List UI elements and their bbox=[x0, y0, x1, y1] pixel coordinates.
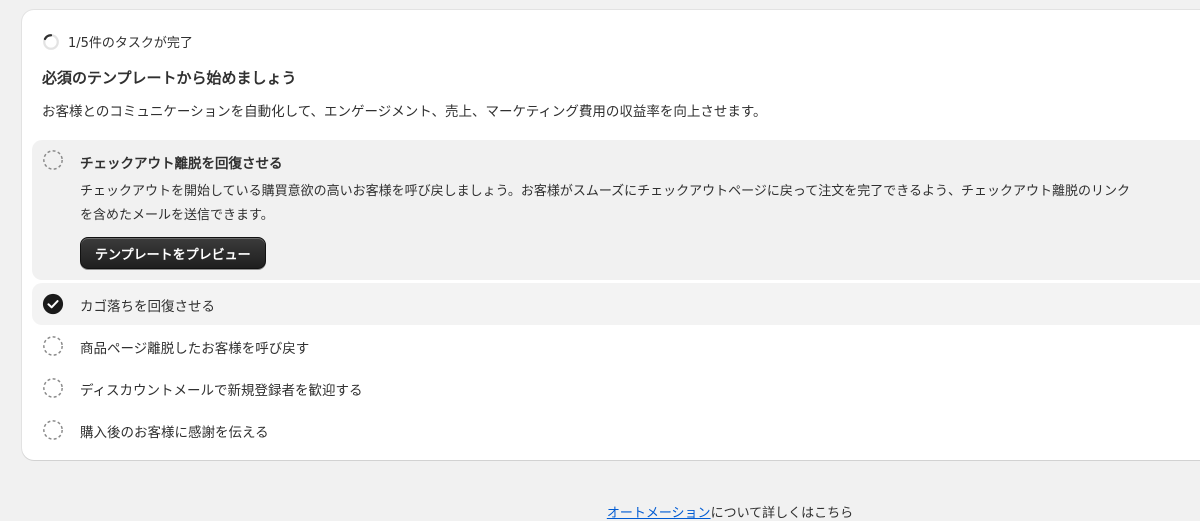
task-label: 商品ページ離脱したお客様を呼び戻す bbox=[80, 341, 310, 357]
incomplete-circle-icon[interactable] bbox=[42, 335, 64, 357]
incomplete-circle-icon[interactable] bbox=[42, 419, 64, 441]
incomplete-circle-icon[interactable] bbox=[42, 149, 64, 171]
progress-spinner-icon bbox=[43, 33, 59, 50]
progress-indicator: 1/5件のタスクが完了 bbox=[42, 32, 193, 51]
card-description: お客様とのコミュニケーションを自動化して、エンゲージメント、売上、マーケティング… bbox=[42, 104, 767, 120]
card-title: 必須のテンプレートから始めましょう bbox=[42, 69, 297, 87]
task-item-product-page-recovery[interactable]: 商品ページ離脱したお客様を呼び戻す bbox=[32, 325, 1200, 367]
task-label: カゴ落ちを回復させる bbox=[80, 299, 215, 315]
task-label: チェックアウト離脱を回復させる bbox=[80, 156, 283, 172]
preview-template-button[interactable]: テンプレートをプレビュー bbox=[80, 237, 266, 269]
footer-text: について詳しくはこちら bbox=[710, 506, 854, 521]
task-item-cart-recovery[interactable]: カゴ落ちを回復させる bbox=[32, 283, 1200, 325]
automation-link[interactable]: オートメーション bbox=[607, 506, 711, 521]
progress-text: 1/5件のタスクが完了 bbox=[68, 36, 193, 51]
incomplete-circle-icon[interactable] bbox=[42, 377, 64, 399]
task-item-thank-customers[interactable]: 購入後のお客様に感謝を伝える bbox=[32, 409, 1200, 451]
task-item-welcome-subscribers[interactable]: ディスカウントメールで新規登録者を歓迎する bbox=[32, 367, 1200, 409]
task-list: チェックアウト離脱を回復させる チェックアウトを開始している購買意欲の高いお客様… bbox=[32, 140, 1200, 451]
task-item-checkout-recovery[interactable]: チェックアウト離脱を回復させる チェックアウトを開始している購買意欲の高いお客様… bbox=[32, 140, 1200, 280]
task-description: チェックアウトを開始している購買意欲の高いお客様を呼び戻しましょう。お客様がスム… bbox=[80, 184, 1131, 223]
checkmark-circle-icon[interactable] bbox=[42, 293, 64, 315]
footer-help-text: オートメーションについて詳しくはこちら bbox=[0, 502, 1200, 521]
task-label: 購入後のお客様に感謝を伝える bbox=[80, 425, 269, 441]
task-label: ディスカウントメールで新規登録者を歓迎する bbox=[80, 383, 363, 399]
setup-guide-card: 1/5件のタスクが完了 必須のテンプレートから始めましょう お客様とのコミュニケ… bbox=[22, 10, 1200, 460]
